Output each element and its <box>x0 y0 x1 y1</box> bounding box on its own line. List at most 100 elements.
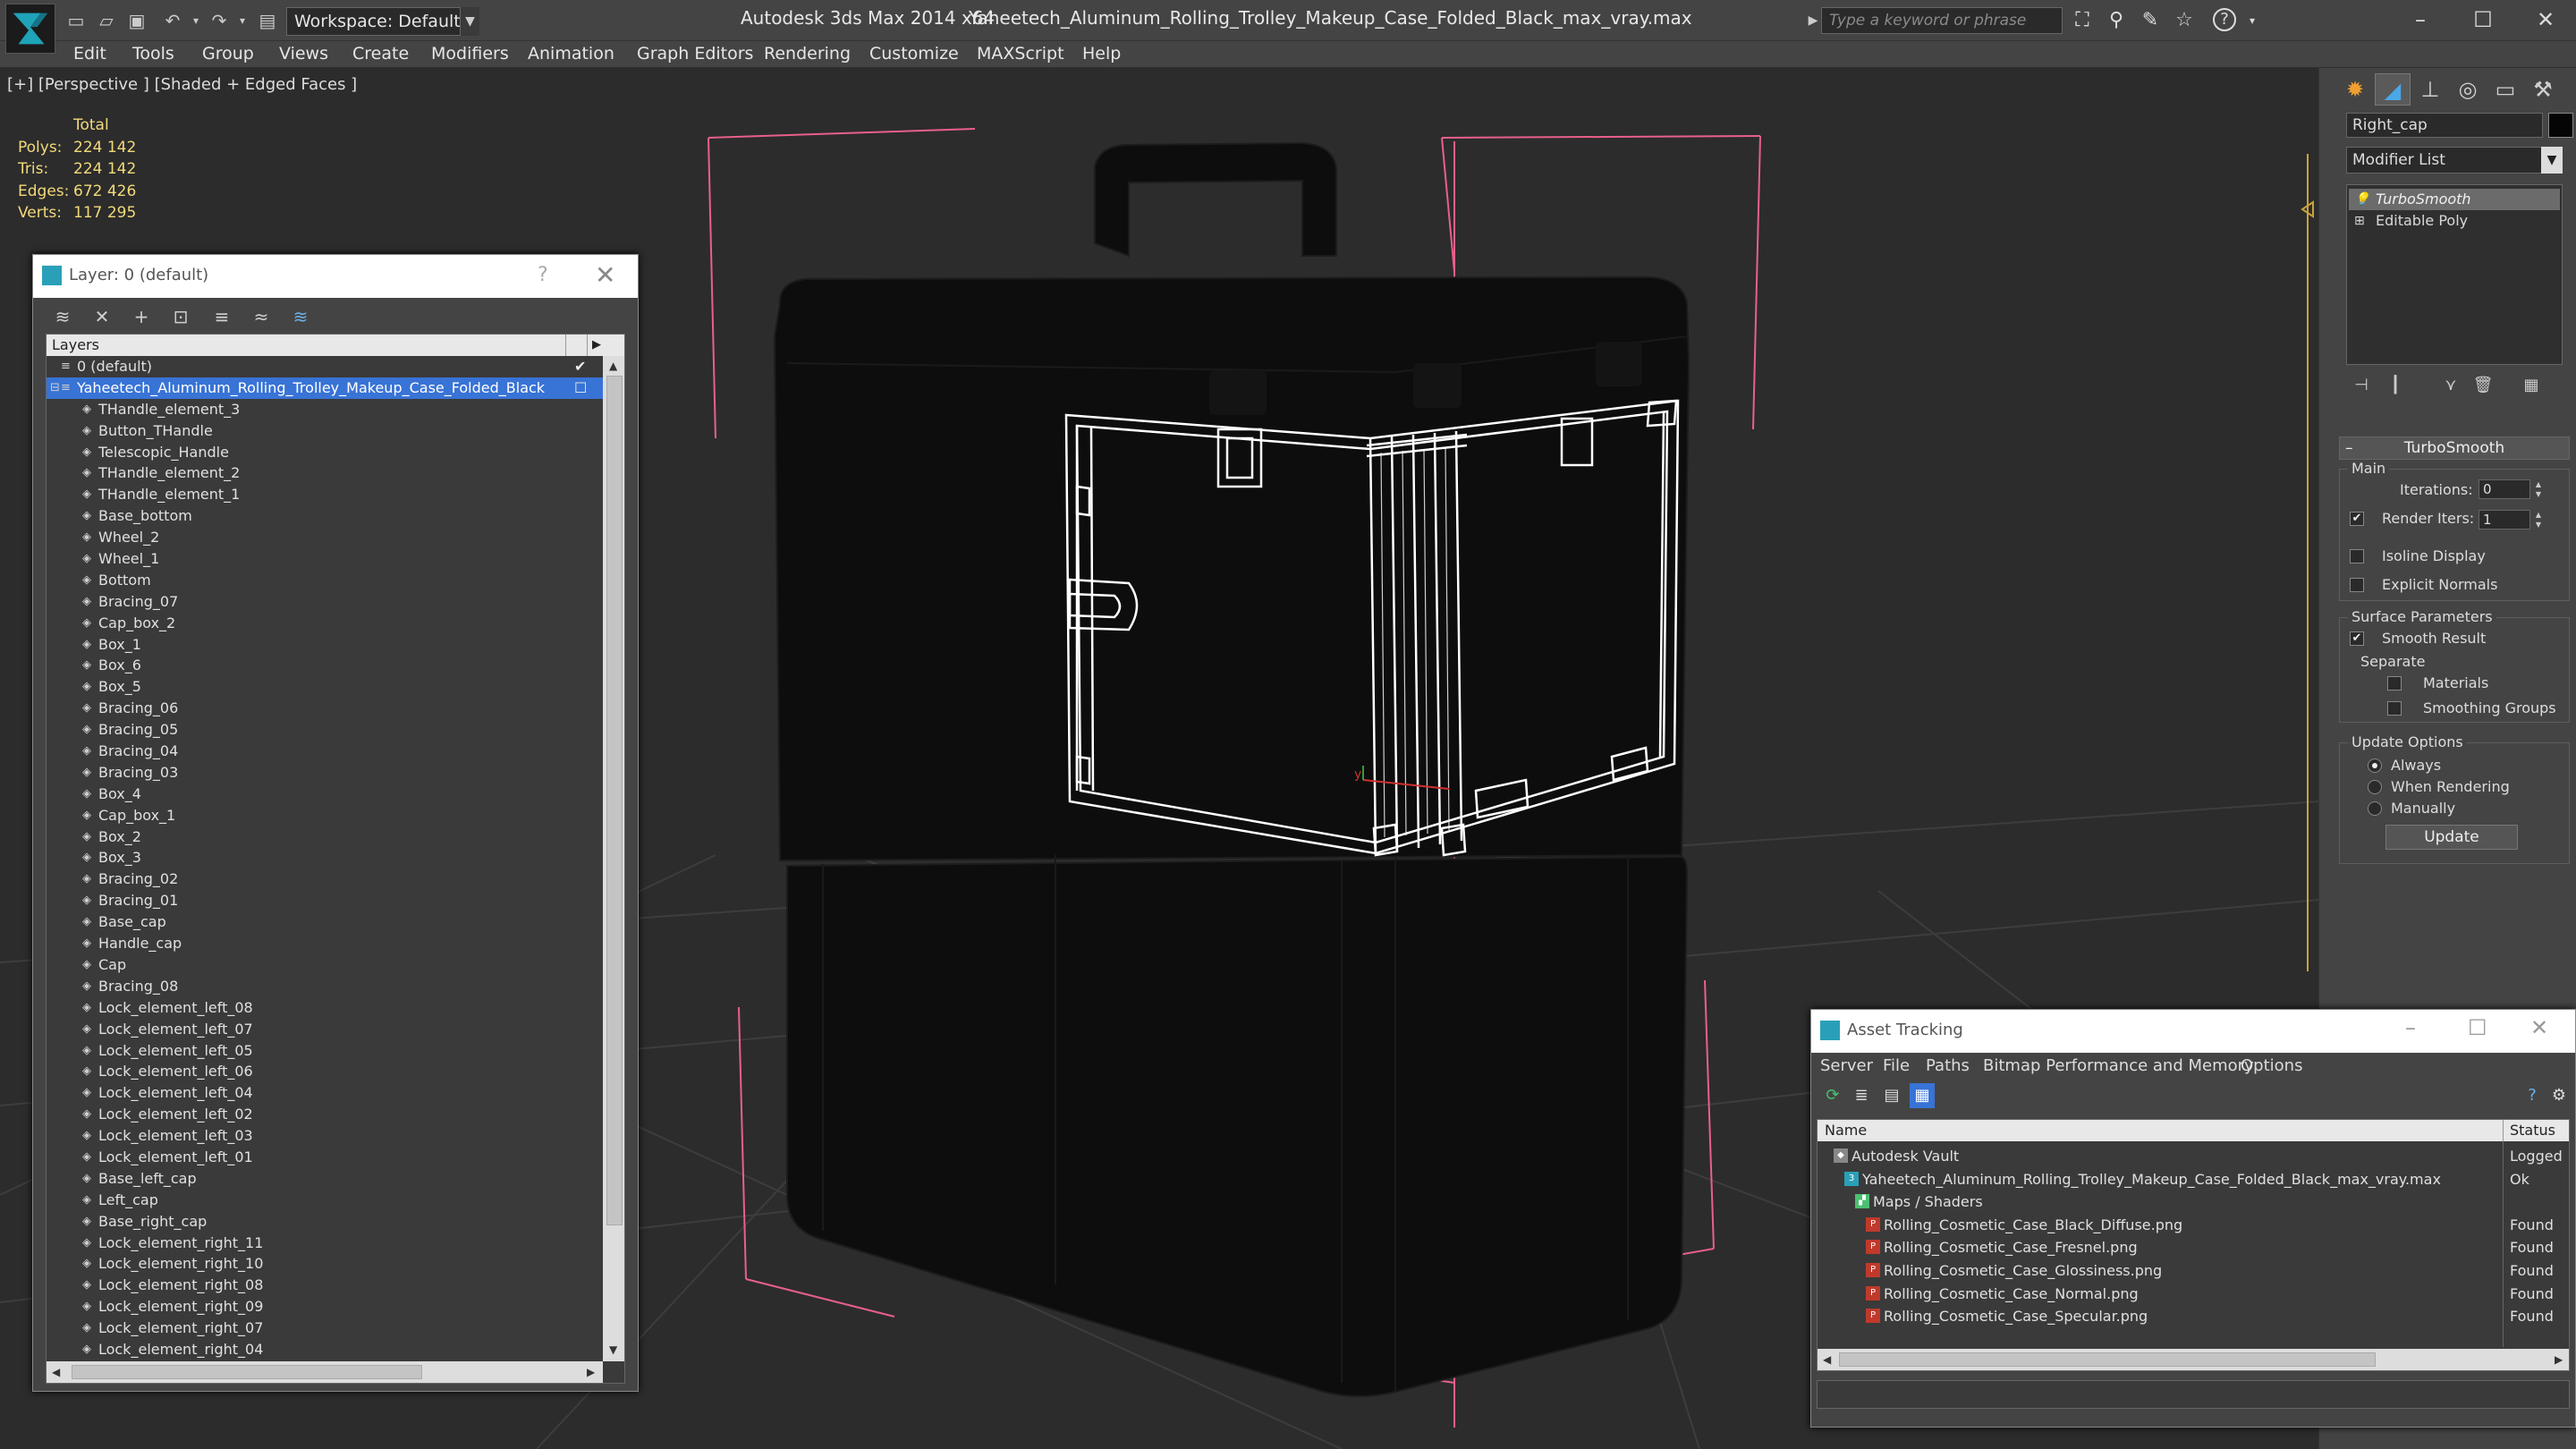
refresh-icon[interactable]: ⟳ <box>1820 1083 1845 1108</box>
open-file-icon[interactable]: ▱ <box>95 9 118 32</box>
layer-object-row[interactable]: ◈ Handle_cap <box>47 933 603 954</box>
layer-object-row[interactable]: ◈ Lock_element_left_03 <box>47 1125 603 1147</box>
materials-checkbox[interactable] <box>2387 676 2402 691</box>
layer-object-row[interactable]: ◈ Cap_box_1 <box>47 805 603 826</box>
display-tab-icon[interactable]: ▭ <box>2487 73 2523 106</box>
asset-row[interactable]: P Rolling_Cosmetic_Case_Black_Diffuse.png… <box>1818 1214 2569 1237</box>
layer-object-row[interactable]: ◈ Bracing_02 <box>47 869 603 890</box>
expand-plus-icon[interactable]: ⊞ <box>2354 210 2365 232</box>
hide-all-layers-icon[interactable]: ≈ <box>248 303 275 330</box>
layer-object-row[interactable]: ◈ Lock_element_right_07 <box>47 1318 603 1339</box>
layer-object-row[interactable]: ◈ Lock_element_left_02 <box>47 1104 603 1125</box>
layer-object-row[interactable]: ◈ Bracing_06 <box>47 698 603 719</box>
minimize-icon[interactable]: – <box>2405 1015 2416 1040</box>
asset-menu-bitmap-performance[interactable]: Bitmap Performance and Memory <box>1983 1056 2254 1075</box>
layer-object-row[interactable]: ◈ Base_right_cap <box>47 1211 603 1233</box>
add-to-layer-icon[interactable]: + <box>128 303 155 330</box>
column-divider[interactable] <box>2503 1120 2504 1141</box>
freeze-all-layers-icon[interactable]: ≋ <box>287 303 314 330</box>
layer-object-row[interactable]: ◈ Lock_element_right_10 <box>47 1253 603 1275</box>
settings-icon[interactable]: ⚙ <box>2546 1083 2572 1108</box>
lightbulb-icon[interactable]: 💡 <box>2354 189 2369 210</box>
layer-object-row[interactable]: ◈ Lock_element_left_08 <box>47 997 603 1019</box>
menu-create[interactable]: Create <box>352 44 409 64</box>
column-divider[interactable] <box>565 335 566 356</box>
layer-column-header[interactable]: Layers ▶ <box>47 335 624 356</box>
close-icon[interactable]: ✕ <box>2519 4 2572 36</box>
scrollbar-thumb[interactable] <box>1839 1352 2376 1367</box>
layer-object-row[interactable]: ◈ Bracing_04 <box>47 741 603 762</box>
menu-tools[interactable]: Tools <box>132 44 174 64</box>
scroll-left-icon[interactable]: ◀ <box>1823 1353 1831 1366</box>
communication-center-icon[interactable]: ⚲ <box>2104 8 2129 33</box>
layer-object-row[interactable]: ◈ Bracing_01 <box>47 890 603 911</box>
asset-row[interactable]: P Rolling_Cosmetic_Case_Fresnel.png Found <box>1818 1236 2569 1259</box>
layer-object-row[interactable]: ◈ Left_cap <box>47 1190 603 1211</box>
new-file-icon[interactable]: ▭ <box>64 9 88 32</box>
favorites-icon[interactable]: ☆ <box>2172 8 2197 33</box>
project-folder-icon[interactable]: ▤ <box>256 9 279 32</box>
scrollbar-thumb[interactable] <box>72 1365 422 1379</box>
layer-object-row[interactable]: ◈ Lock_element_left_01 <box>47 1147 603 1168</box>
scroll-up-icon[interactable]: ▲ <box>609 360 617 372</box>
workspace-select[interactable]: Workspace: Default <box>286 7 479 36</box>
configure-sets-icon[interactable]: ▦ <box>2516 372 2546 399</box>
turbosmooth-rollout-header[interactable]: – TurboSmooth <box>2339 436 2570 460</box>
modify-tab-icon[interactable]: ◢ <box>2375 73 2411 106</box>
help-icon[interactable]: ? <box>2213 8 2236 31</box>
render-iters-checkbox[interactable]: ✔ <box>2350 512 2364 526</box>
column-divider[interactable] <box>587 335 588 356</box>
create-layer-icon[interactable]: ≋ <box>49 303 76 330</box>
menu-help[interactable]: Help <box>1082 44 1121 64</box>
layer-object-row[interactable]: ◈ Cap_box_2 <box>47 613 603 634</box>
layer-object-row[interactable]: ◈ Box_2 <box>47 826 603 848</box>
asset-row[interactable]: P Rolling_Cosmetic_Case_Specular.png Found <box>1818 1305 2569 1328</box>
stack-item-turbosmooth[interactable]: 💡 TurboSmooth <box>2349 189 2560 210</box>
scroll-left-icon[interactable]: ◀ <box>52 1366 60 1378</box>
spinner-arrows-icon[interactable]: ▲ ▼ <box>2532 479 2545 499</box>
app-logo[interactable] <box>5 4 55 54</box>
manually-radio[interactable] <box>2368 801 2382 816</box>
asset-menu-paths[interactable]: Paths <box>1926 1056 1970 1075</box>
delete-layer-icon[interactable]: ✕ <box>89 303 115 330</box>
scroll-right-icon[interactable]: ▶ <box>2555 1353 2563 1366</box>
smooth-result-checkbox[interactable]: ✔ <box>2350 631 2364 646</box>
asset-path-field[interactable] <box>1817 1380 2570 1409</box>
when-rendering-radio[interactable] <box>2368 780 2382 794</box>
motion-tab-icon[interactable]: ◎ <box>2450 73 2486 106</box>
layer-object-row[interactable]: ◈ Wheel_2 <box>47 527 603 548</box>
asset-row[interactable]: ▞ Maps / Shaders <box>1818 1191 2569 1214</box>
chevron-down-icon[interactable]: ▼ <box>2541 147 2563 174</box>
layer-object-row[interactable]: ◈ Lock_element_right_09 <box>47 1296 603 1318</box>
menu-graph-editors[interactable]: Graph Editors <box>637 44 753 64</box>
undo-dropdown-icon[interactable]: ▾ <box>184 9 208 32</box>
layer-object-row[interactable]: ◈ Bottom <box>47 570 603 591</box>
horizontal-scrollbar[interactable]: ◀ ▶ <box>1818 1349 2569 1370</box>
layer-object-row[interactable]: ◈ Wheel_1 <box>47 548 603 570</box>
layer-object-row[interactable]: ◈ Base_bottom <box>47 505 603 527</box>
scroll-right-icon[interactable]: ▶ <box>587 1366 595 1378</box>
redo-dropdown-icon[interactable]: ▾ <box>231 9 254 32</box>
menu-modifiers[interactable]: Modifiers <box>431 44 509 64</box>
hierarchy-tab-icon[interactable]: ⊥ <box>2412 73 2448 106</box>
layer-object-row[interactable]: ◈ THandle_element_1 <box>47 484 603 505</box>
layer-object-row[interactable]: ◈ Lock_element_right_04 <box>47 1339 603 1360</box>
scroll-down-icon[interactable]: ▼ <box>609 1343 617 1356</box>
make-unique-icon[interactable]: ⋎ <box>2436 372 2466 399</box>
object-name-field[interactable]: Right_cap <box>2346 113 2543 138</box>
layer-object-row[interactable]: ◈ Box_5 <box>47 676 603 698</box>
layer-dialog-titlebar[interactable]: Layer: 0 (default) ? ✕ <box>33 255 638 298</box>
menu-edit[interactable]: Edit <box>73 44 106 64</box>
layer-object-row[interactable]: ◈ Bracing_07 <box>47 591 603 613</box>
layer-object-row[interactable]: ◈ Box_6 <box>47 655 603 676</box>
horizontal-scrollbar[interactable]: ◀ ▶ <box>47 1361 603 1383</box>
viewport-label[interactable]: [+] [Perspective ] [Shaded + Edged Faces… <box>7 75 357 94</box>
help-icon[interactable]: ? <box>2520 1083 2545 1108</box>
render-iters-spinner[interactable]: 1 <box>2479 510 2530 530</box>
object-color-swatch[interactable] <box>2548 113 2573 138</box>
collapse-icon[interactable]: – <box>2345 437 2353 459</box>
layer-row[interactable]: ≡ 0 (default) ✔ <box>47 356 603 377</box>
stack-item-editable-poly[interactable]: ⊞ Editable Poly <box>2349 210 2560 232</box>
asset-menu-options[interactable]: Options <box>2241 1056 2302 1075</box>
highlight-layer-icon[interactable]: ≡ <box>208 303 235 330</box>
